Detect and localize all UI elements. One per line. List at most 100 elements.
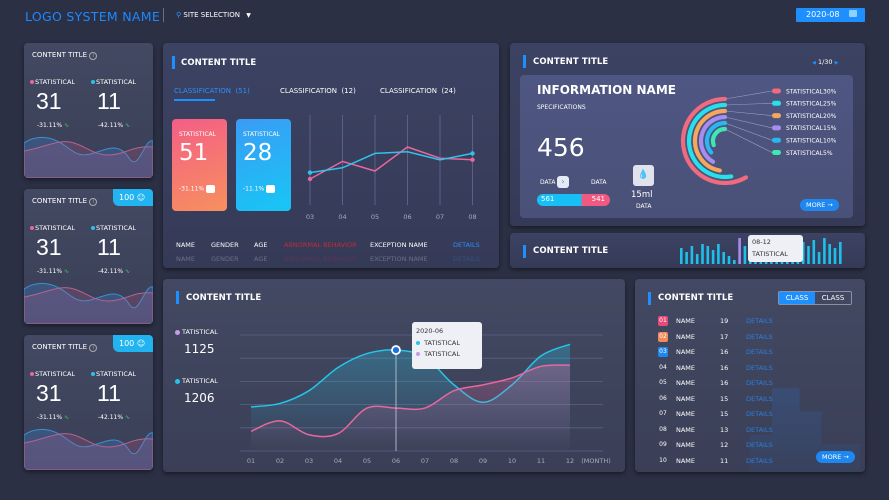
series-point	[470, 157, 475, 162]
bar	[817, 252, 821, 264]
header-divider	[163, 8, 164, 22]
row-name: NAME	[676, 394, 696, 403]
table-row-faded: EXCEPTION NAME	[370, 255, 428, 263]
x-tick-label: 04	[338, 213, 346, 221]
legend-percent: 15%	[823, 125, 837, 132]
table-row-faded[interactable]: DETAILS	[453, 255, 480, 263]
info-icon[interactable]: i	[89, 198, 98, 206]
rank-number: 05	[659, 379, 667, 386]
ranking-row: 01 NAME 19 DETAILS	[658, 316, 808, 326]
bar	[690, 246, 694, 264]
information-card: INFORMATION NAME SPECIFICATIONS 456 DATA…	[520, 75, 853, 218]
radial-arc	[710, 126, 728, 148]
x-tick-label: 06	[403, 213, 411, 221]
card-title-text: CONTENT TITLE	[32, 343, 88, 351]
logo: LOGO SYSTEM NAME	[25, 9, 161, 24]
class-toggle-option[interactable]: CLASS	[815, 292, 851, 304]
stat-value: 31	[36, 234, 62, 260]
panel-title: CONTENT TITLE	[533, 57, 609, 67]
details-link[interactable]: DETAILS	[746, 395, 773, 403]
site-selection-dropdown[interactable]: ⚲ SITE SELECTION ▼	[176, 11, 251, 19]
details-link[interactable]: DETAILS	[746, 441, 773, 449]
bar	[833, 248, 837, 264]
more-button[interactable]: MORE →	[800, 199, 839, 211]
row-name: NAME	[676, 410, 696, 418]
card-title: CONTENT TITLE i	[32, 51, 98, 60]
prev-arrow-icon[interactable]: ◀	[812, 60, 816, 66]
details-link[interactable]: DETAILS	[746, 410, 773, 418]
tooltip-item: TATISTICAL	[424, 339, 460, 347]
bar	[680, 248, 683, 264]
class-toggle-option-active[interactable]: CLASS	[779, 292, 815, 304]
rank-number: 02	[658, 331, 668, 342]
legend-swatch	[772, 88, 781, 94]
next-arrow-icon[interactable]: ▶	[835, 60, 839, 66]
x-tick-label: 01	[247, 457, 255, 465]
stat-change: -42.11% ∿	[98, 268, 130, 275]
stat-value: 31	[36, 380, 62, 406]
trend-down-icon: ∿	[124, 268, 130, 275]
pager: ◀ 1/30 ▶	[812, 58, 838, 66]
more-button[interactable]: MORE →	[816, 451, 855, 463]
date-picker[interactable]: 2020-08	[796, 8, 865, 22]
title-marker	[523, 55, 526, 68]
details-link[interactable]: DETAILS	[746, 426, 773, 434]
row-value: 16	[720, 379, 729, 387]
legend-label: STATISTICAL	[786, 138, 824, 145]
tooltip-title: 2020-06	[416, 327, 444, 335]
wave-chart	[24, 282, 153, 324]
details-link[interactable]: DETAILS	[746, 333, 773, 341]
legend-swatch	[772, 113, 781, 119]
x-axis-label: (MONTH)	[581, 457, 611, 465]
row-name: NAME	[676, 363, 696, 372]
info-icon[interactable]: i	[89, 344, 98, 352]
rank-number: 10	[659, 456, 667, 464]
row-value: 16	[720, 348, 729, 356]
rank-number: 09	[659, 441, 667, 448]
user-icon: ☺	[136, 339, 146, 348]
legend-swatch	[772, 150, 781, 155]
monthly-area-chart: 01 02 03 04 05 06 07 08 09 10 11 12 (MONTH)	[240, 334, 611, 465]
bar	[685, 252, 688, 264]
trend-down-icon: ∿	[124, 414, 130, 421]
count-badge: 100 ☺	[113, 189, 153, 206]
x-tick-label: 12	[566, 457, 574, 465]
stat-label-text: STATISTICAL	[35, 370, 76, 378]
details-link[interactable]: DETAILS	[746, 348, 773, 356]
x-tick-label: 11	[537, 457, 545, 465]
ranking-row: 05 NAME 16 DETAILS	[658, 378, 808, 388]
legend-percent: 25%	[823, 101, 837, 108]
x-tick-label: 03	[306, 213, 314, 221]
stat-change-text: -42.11%	[98, 122, 124, 129]
wave-pink	[24, 433, 153, 470]
details-link[interactable]: DETAILS	[746, 457, 773, 465]
stat-label: STATISTICAL	[30, 224, 75, 232]
bar	[828, 244, 831, 264]
leader-line	[724, 90, 773, 100]
info-icon[interactable]: i	[89, 52, 98, 60]
mini-bar-chart	[680, 238, 842, 264]
stat-value: 11	[97, 380, 121, 406]
card-title-text: CONTENT TITLE	[32, 51, 88, 59]
trend-panel: CONTENT TITLE TATISTICAL 1125 TATISTICAL…	[163, 279, 625, 472]
row-value: 19	[720, 317, 729, 325]
details-link[interactable]: DETAILS	[746, 317, 773, 325]
details-link[interactable]: DETAILS	[746, 379, 773, 387]
hover-point[interactable]	[391, 345, 401, 355]
leader-line	[724, 128, 773, 153]
bar	[733, 260, 736, 264]
series-point	[470, 151, 475, 156]
bar	[711, 250, 715, 264]
ranking-row: 08 NAME 13 DETAILS	[658, 425, 808, 435]
tooltip-dot	[416, 352, 420, 356]
row-value: 15	[720, 394, 729, 403]
table-header-cell[interactable]: DETAILS	[453, 241, 480, 249]
leader-line	[724, 116, 773, 129]
card-title: CONTENT TITLE i	[32, 197, 98, 206]
tooltip-item: TATISTICAL	[424, 350, 460, 358]
details-link[interactable]: DETAILS	[746, 364, 773, 372]
radial-arc-chart: STATISTICAL 30%STATISTICAL 25%STATISTICAL 2…	[680, 88, 837, 186]
stat-change-text: -42.11%	[98, 414, 124, 421]
x-tick-label: 09	[479, 457, 487, 465]
series-line	[309, 146, 473, 180]
